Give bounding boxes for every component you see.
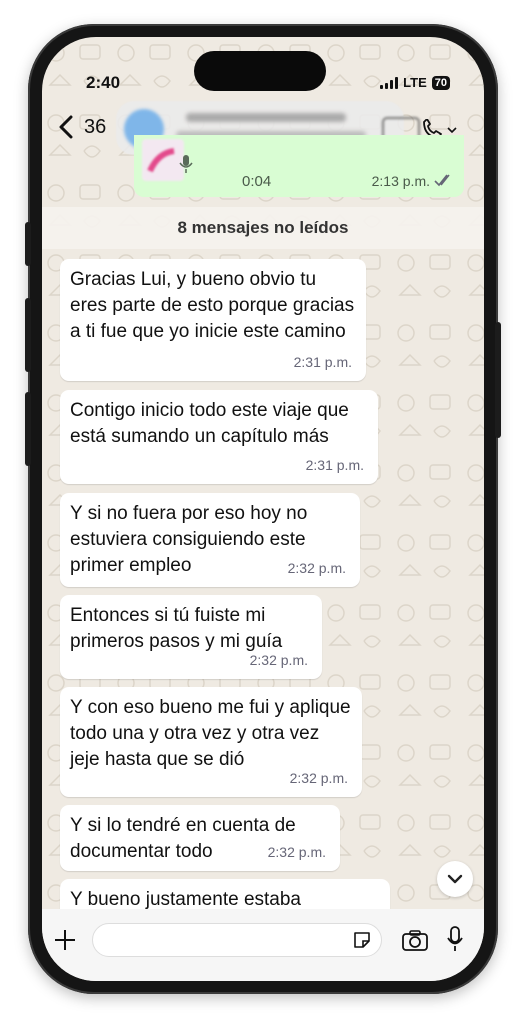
compose-bar [42, 909, 484, 981]
mic-icon[interactable] [446, 925, 464, 953]
message-time: 2:32 p.m. [267, 844, 326, 860]
unread-count[interactable]: 36 [84, 116, 106, 139]
side-button-volume-up [25, 298, 31, 372]
message-time: 2:32 p.m. [287, 560, 346, 576]
dynamic-island [194, 51, 326, 91]
voice-duration: 0:04 [242, 173, 272, 190]
voice-message[interactable]: 0:04 2:13 p.m. [134, 135, 464, 197]
mic-icon [179, 155, 193, 173]
chevron-down-icon [447, 874, 463, 884]
message-text: Y con eso bueno me fui y aplique todo un… [70, 697, 351, 770]
signal-icon [380, 76, 399, 89]
camera-icon[interactable] [402, 929, 428, 951]
message-time: 2:32 p.m. [249, 652, 308, 668]
message-input[interactable] [92, 923, 382, 957]
message-time: 2:31 p.m. [305, 457, 364, 473]
message-bubble[interactable]: Y si lo tendré en cuenta de documentar t… [60, 805, 340, 871]
sticker-icon[interactable] [352, 930, 372, 950]
chevron-down-icon [447, 127, 457, 134]
battery-icon: 70 [431, 75, 450, 90]
side-button-silent [25, 222, 31, 266]
status-time: 2:40 [86, 73, 121, 92]
message-time: 2:31 p.m. [293, 354, 352, 370]
network-label: LTE [403, 75, 427, 90]
back-icon[interactable] [54, 113, 80, 141]
status-icons: LTE 70 [380, 75, 450, 90]
side-button-power [495, 322, 501, 438]
voice-timestamp: 2:13 p.m. [371, 173, 430, 189]
message-text: Gracias Lui, y bueno obvio tu eres parte… [70, 269, 355, 342]
message-time: 2:32 p.m. [289, 770, 348, 786]
scroll-down-button[interactable] [437, 861, 473, 897]
message-bubble[interactable]: Y si no fuera por eso hoy no estuviera c… [60, 493, 360, 587]
unread-banner: 8 mensajes no leídos [42, 207, 484, 249]
side-button-volume-down [25, 392, 31, 466]
message-bubble[interactable]: Entonces si tú fuiste mi primeros pasos … [60, 595, 322, 679]
message-text: Contigo inicio todo este viaje que está … [70, 400, 349, 447]
double-check-icon [434, 174, 450, 187]
message-bubble[interactable]: Contigo inicio todo este viaje que está … [60, 390, 378, 484]
message-bubble[interactable]: Y con eso bueno me fui y aplique todo un… [60, 687, 362, 797]
message-bubble[interactable]: Gracias Lui, y bueno obvio tu eres parte… [60, 259, 366, 381]
plus-icon[interactable] [54, 929, 76, 951]
screen: 2:40 LTE 70 36 0:04 2:13 p.m. 8 mensajes… [42, 37, 484, 981]
